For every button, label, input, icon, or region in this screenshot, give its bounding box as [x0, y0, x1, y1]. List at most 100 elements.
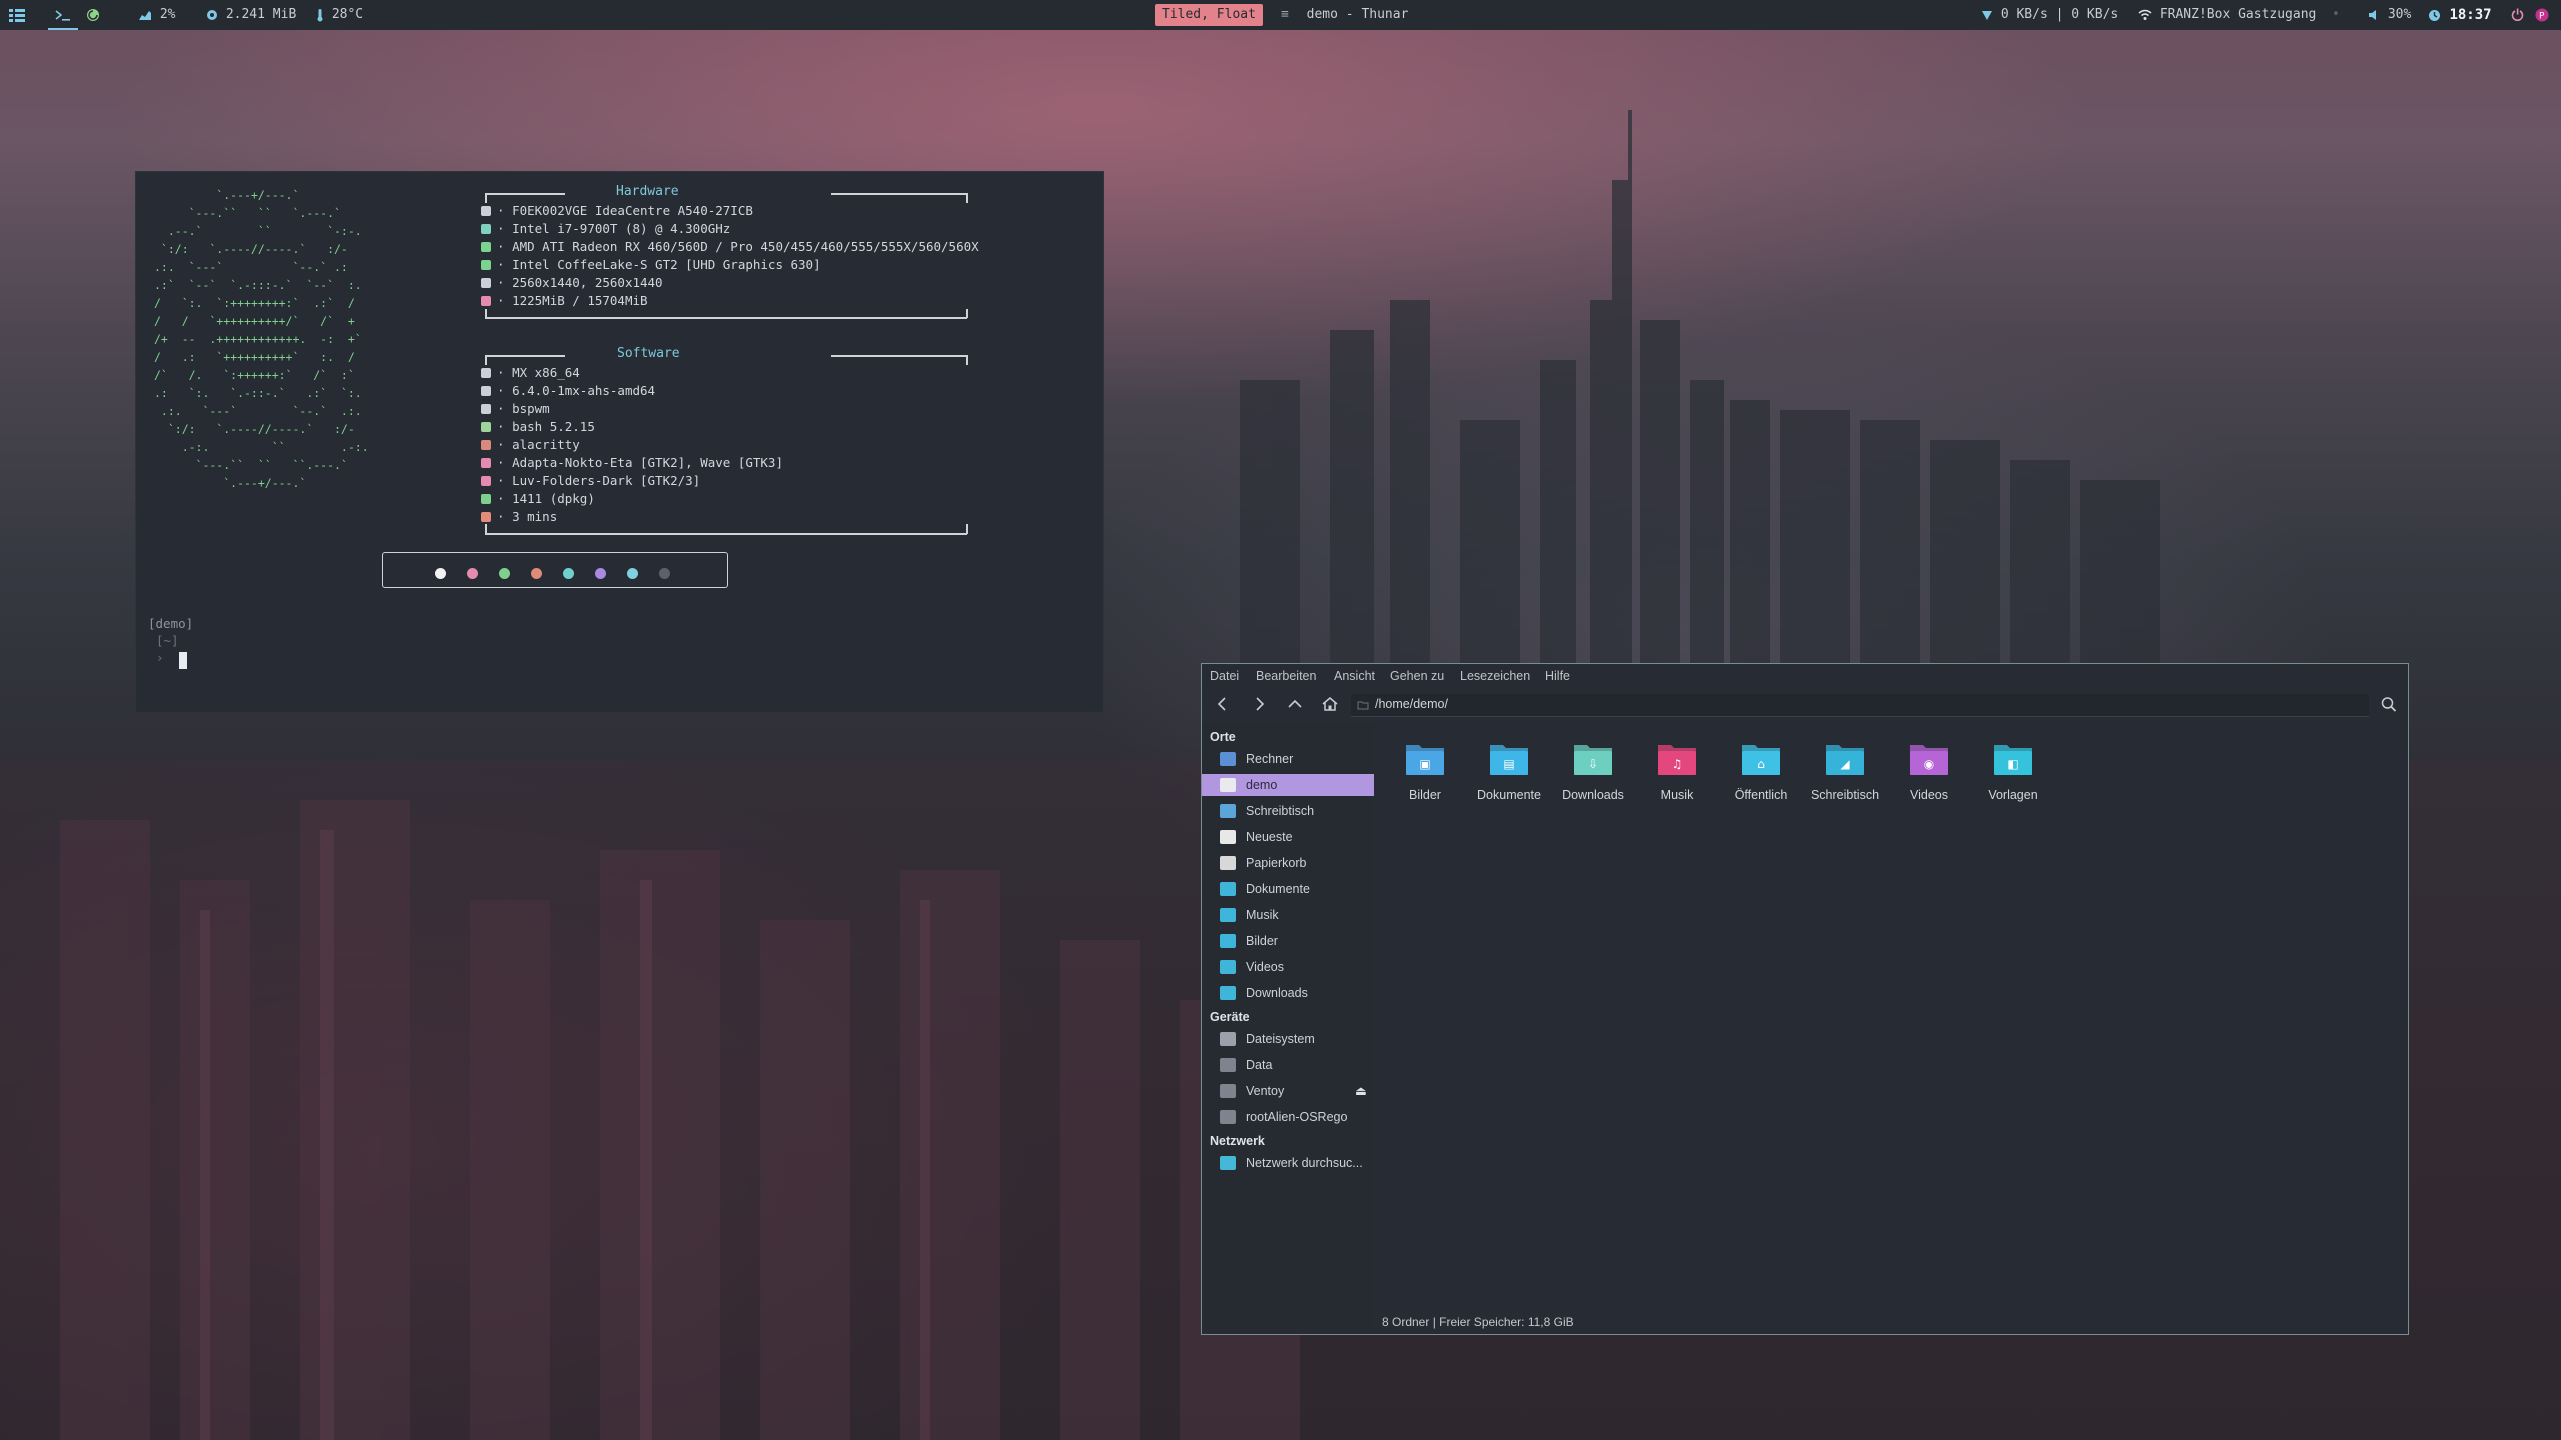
sidebar-item-dokumente[interactable]: Dokumente — [1202, 878, 1374, 900]
memory-icon — [207, 9, 217, 20]
sidebar-item-bilder[interactable]: Bilder — [1202, 930, 1374, 952]
location-bar[interactable]: /home/demo/ — [1351, 694, 2369, 717]
sidebar-item-videos[interactable]: Videos — [1202, 956, 1374, 978]
folder-glyph: ◉ — [1924, 757, 1934, 771]
svg-text:P: P — [2539, 11, 2545, 21]
sidebar-item-papierkorb[interactable]: Papierkorb — [1202, 852, 1374, 874]
menu-ansicht[interactable]: Ansicht — [1334, 669, 1375, 683]
menu-lesezeichen[interactable]: Lesezeichen — [1460, 669, 1530, 683]
file-manager-window[interactable]: Datei Bearbeiten Ansicht Gehen zu Leseze… — [1201, 663, 2409, 1335]
terminal-cursor[interactable] — [179, 652, 187, 669]
bullet-dot: · — [497, 257, 513, 272]
info-row: · Adapta-Nokto-Eta [GTK2], Wave [GTK3] — [481, 454, 783, 472]
palette-color-dot — [563, 568, 574, 579]
folder-item[interactable]: ◉ Videos — [1894, 740, 1964, 802]
cpu-indicator: 2% — [138, 0, 175, 30]
wifi-indicator[interactable]: FRANZ!Box Gastzugang — [2138, 0, 2316, 30]
sidebar-item-schreibtisch[interactable]: Schreibtisch — [1202, 800, 1374, 822]
menu-gehen-zu[interactable]: Gehen zu — [1390, 669, 1444, 683]
power-icon[interactable] — [2511, 0, 2524, 30]
home-icon[interactable] — [1319, 694, 1341, 714]
eject-icon[interactable]: ⏏ — [1355, 1080, 1367, 1102]
sidebar-item-ventoy[interactable]: Ventoy ⏏ — [1202, 1080, 1374, 1102]
bullet-dot: · — [497, 473, 513, 488]
gpu-icon — [481, 260, 491, 270]
computer-icon — [1220, 752, 1236, 766]
menu-bar: Datei Bearbeiten Ansicht Gehen zu Leseze… — [1202, 664, 2408, 686]
back-icon[interactable] — [1212, 694, 1234, 714]
icons-icon — [481, 476, 491, 486]
sidebar-item-label: Videos — [1246, 960, 1284, 974]
folder-label: Öffentlich — [1734, 788, 1788, 802]
app-icon[interactable]: P — [2535, 0, 2549, 30]
sidebar-item-rechner[interactable]: Rechner — [1202, 748, 1374, 770]
folder-label: Musik — [1660, 788, 1694, 802]
folder-item[interactable]: ⌂ Öffentlich — [1726, 740, 1796, 802]
palette-color-dot — [531, 568, 542, 579]
sidebar-item-netzwerk-durchsuc[interactable]: Netzwerk durchsuc... — [1202, 1152, 1374, 1174]
sidebar-item-label: Neueste — [1246, 830, 1293, 844]
up-icon[interactable] — [1284, 694, 1306, 714]
info-row: · bash 5.2.15 — [481, 418, 783, 436]
menu-hilfe[interactable]: Hilfe — [1545, 669, 1570, 683]
sidebar-item-demo[interactable]: demo — [1202, 774, 1374, 796]
folder-item[interactable]: ◧ Vorlagen — [1978, 740, 2048, 802]
drive-icon — [1220, 1110, 1236, 1124]
terminal-icon[interactable] — [48, 0, 78, 30]
grid-icon[interactable] — [9, 0, 25, 30]
folder-icon: ◉ — [1910, 745, 1948, 775]
info-row: · bspwm — [481, 400, 783, 418]
drive-icon — [1220, 1058, 1236, 1072]
info-row: · alacritty — [481, 436, 783, 454]
search-icon[interactable] — [2378, 694, 2400, 714]
info-value: Intel i7-9700T (8) @ 4.300GHz — [512, 221, 731, 236]
bullet-dot: · — [497, 491, 513, 506]
sidebar-item-label: Rechner — [1246, 752, 1294, 766]
palette-color-dot — [627, 568, 638, 579]
info-row: · 1225MiB / 15704MiB — [481, 292, 979, 310]
bullet-dot: · — [497, 509, 513, 524]
ascii-logo: `.---+/---.` `---.`` `` `.---.` .--.` ``… — [154, 188, 369, 490]
clock[interactable]: 18:37 — [2428, 0, 2492, 30]
sidebar-section-places: Orte — [1210, 730, 1236, 744]
forward-icon[interactable] — [1248, 694, 1270, 714]
sidebar-item-neueste[interactable]: Neueste — [1202, 826, 1374, 848]
terminal-window[interactable]: `.---+/---.` `---.`` `` `.---.` .--.` ``… — [136, 172, 1103, 712]
folder-item[interactable]: ♫ Musik — [1642, 740, 1712, 802]
sidebar-item-downloads[interactable]: Downloads — [1202, 982, 1374, 1004]
refresh-icon[interactable] — [86, 0, 100, 30]
folder-icon — [1220, 960, 1236, 974]
bullet-dot: · — [497, 239, 513, 254]
sidebar-item-musik[interactable]: Musik — [1202, 904, 1374, 926]
folder-glyph: ◢ — [1840, 757, 1850, 771]
hardware-box-top-left — [485, 193, 565, 195]
location-path: /home/demo/ — [1375, 697, 1448, 711]
prompt-dir: [~] — [156, 633, 179, 648]
separator-dot: • — [2332, 7, 2340, 22]
temperature-value: 28°C — [331, 7, 364, 22]
folder-item[interactable]: ⇩ Downloads — [1558, 740, 1628, 802]
volume-indicator[interactable]: 30% — [2368, 0, 2411, 30]
folder-item[interactable]: ▣ Bilder — [1390, 740, 1460, 802]
folder-item[interactable]: ◢ Schreibtisch — [1810, 740, 1880, 802]
sidebar-item-data[interactable]: Data — [1202, 1054, 1374, 1076]
file-view[interactable]: ▣ Bilder ▤ Dokumente ⇩ Downloads ♫ Musik ⌂ Öffent… — [1374, 724, 2408, 1304]
terminal-icon — [481, 440, 491, 450]
clock-icon — [2429, 9, 2440, 21]
folder-glyph: ▣ — [1419, 757, 1430, 771]
info-row: · 3 mins — [481, 508, 783, 526]
software-box-bottom — [485, 533, 967, 535]
menu-datei[interactable]: Datei — [1210, 669, 1239, 683]
bullet-dot: · — [497, 455, 513, 470]
folder-item[interactable]: ▤ Dokumente — [1474, 740, 1544, 802]
info-row: · Luv-Folders-Dark [GTK2/3] — [481, 472, 783, 490]
side-pane: Orte Rechner demo Schreibtisch Neueste Papier… — [1202, 724, 1374, 1329]
sidebar-item-dateisystem[interactable]: Dateisystem — [1202, 1028, 1374, 1050]
menu-bearbeiten[interactable]: Bearbeiten — [1256, 669, 1316, 683]
software-box-top-left — [485, 355, 565, 357]
prompt-arrow: › — [156, 650, 164, 665]
folder-label: Schreibtisch — [1810, 788, 1880, 802]
uptime-icon — [481, 512, 491, 522]
folder-icon — [1220, 934, 1236, 948]
sidebar-item-rootalien-osrego[interactable]: rootAlien-OSRego — [1202, 1106, 1374, 1128]
